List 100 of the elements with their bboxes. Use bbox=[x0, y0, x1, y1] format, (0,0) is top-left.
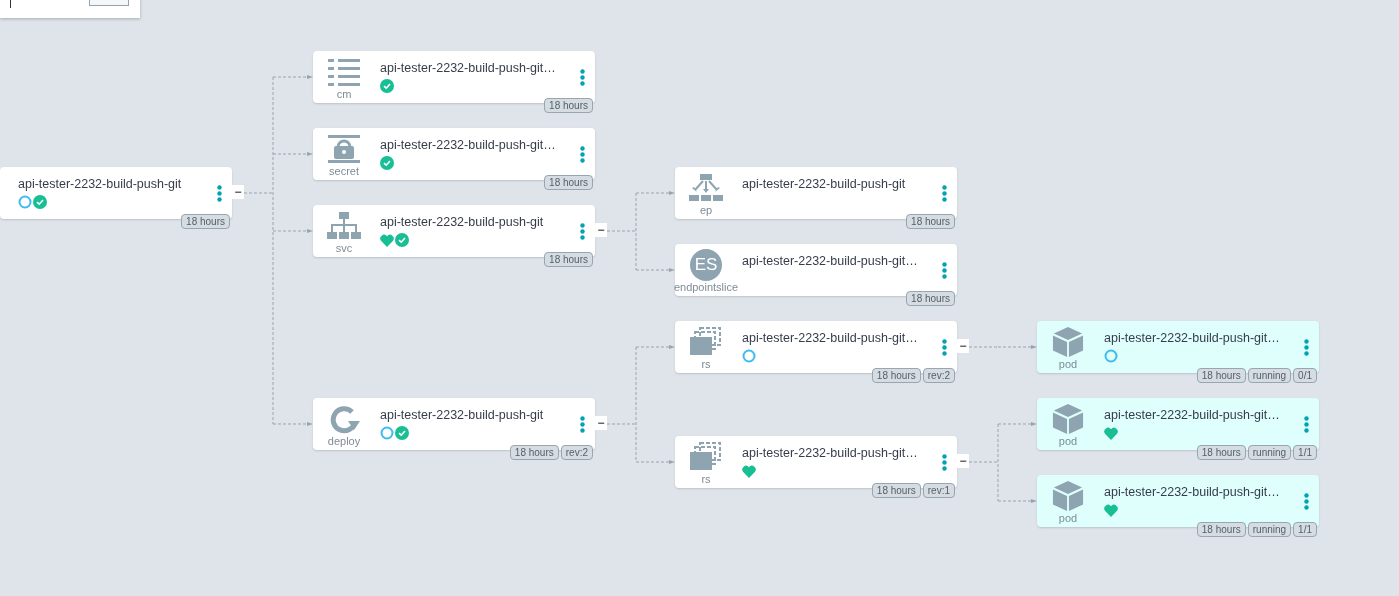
connector-arrow bbox=[997, 345, 1037, 349]
connector-arrow bbox=[635, 191, 675, 195]
resource-name: api-tester-2232-build-push-git… bbox=[742, 445, 918, 461]
resource-name: api-tester-2232-build-push-git bbox=[742, 176, 906, 192]
heart-icon bbox=[380, 233, 394, 247]
kind-label: pod bbox=[1058, 435, 1078, 448]
vertical-dots-icon bbox=[579, 222, 585, 240]
info-tag: 18 hours bbox=[544, 98, 593, 113]
check-circle-icon bbox=[380, 156, 394, 170]
hierarchy-arrows-icon bbox=[688, 173, 724, 203]
info-tag: 18 hours bbox=[1196, 522, 1246, 537]
connector-arrow bbox=[997, 499, 1037, 503]
more-button[interactable] bbox=[940, 337, 948, 357]
collapse-button[interactable]: − bbox=[957, 339, 969, 353]
progress-circle-icon bbox=[742, 349, 756, 363]
info-tag: 18 hours bbox=[544, 252, 593, 267]
kind-label: secret bbox=[329, 165, 359, 178]
more-button[interactable] bbox=[940, 260, 948, 280]
vertical-dots-icon bbox=[1303, 338, 1309, 356]
vertical-dots-icon bbox=[579, 415, 585, 433]
resource-name: api-tester-2232-build-push-git… bbox=[742, 253, 918, 269]
resource-name: api-tester-2232-build-push-git… bbox=[742, 330, 918, 346]
kind-label: endpointslice bbox=[673, 281, 739, 294]
info-tag: 18 hours bbox=[1196, 445, 1246, 460]
connector-arrow bbox=[272, 152, 313, 156]
info-tag: 18 hours bbox=[906, 291, 955, 306]
kind-label: pod bbox=[1058, 512, 1078, 525]
more-button[interactable] bbox=[940, 183, 948, 203]
more-button[interactable] bbox=[578, 414, 586, 434]
vertical-dots-icon bbox=[216, 184, 222, 202]
info-tag: rev:1 bbox=[922, 483, 955, 498]
hierarchy-icon bbox=[326, 211, 362, 241]
connector-arrow bbox=[635, 460, 675, 464]
resource-name: api-tester-2232-build-push-git… bbox=[1104, 407, 1280, 423]
info-tag: 18 hours bbox=[509, 445, 559, 460]
kind-label: ep bbox=[699, 204, 713, 217]
heart-icon bbox=[1104, 426, 1118, 440]
info-tag: running bbox=[1247, 445, 1292, 460]
kind-label: rs bbox=[701, 473, 711, 486]
initials-icon: ES bbox=[690, 249, 722, 281]
cube-icon bbox=[1050, 326, 1086, 358]
stacked-windows-icon bbox=[688, 327, 724, 357]
check-circle-icon bbox=[395, 426, 409, 440]
more-button[interactable] bbox=[578, 67, 586, 87]
check-circle-icon bbox=[33, 195, 47, 209]
lock-icon bbox=[326, 134, 362, 164]
progress-circle-icon bbox=[1104, 349, 1118, 363]
kind-label: svc bbox=[335, 242, 353, 255]
resource-name: api-tester-2232-build-push-git bbox=[18, 176, 182, 192]
more-button[interactable] bbox=[578, 144, 586, 164]
info-tag: 18 hours bbox=[1196, 368, 1246, 383]
info-tag: 18 hours bbox=[871, 368, 921, 383]
heart-icon bbox=[742, 464, 756, 478]
progress-circle-icon bbox=[18, 195, 32, 209]
collapse-button[interactable]: − bbox=[957, 454, 969, 468]
info-tag: 1/1 bbox=[1293, 522, 1317, 537]
kind-label: pod bbox=[1058, 358, 1078, 371]
connector-arrow bbox=[635, 268, 675, 272]
more-button[interactable] bbox=[578, 221, 586, 241]
info-tag: rev:2 bbox=[560, 445, 593, 460]
info-tag: 0/1 bbox=[1293, 368, 1317, 383]
vertical-dots-icon bbox=[1303, 492, 1309, 510]
vertical-dots-icon bbox=[579, 145, 585, 163]
collapse-button[interactable]: − bbox=[595, 416, 607, 430]
resource-name: api-tester-2232-build-push-git… bbox=[380, 137, 556, 153]
vertical-dots-icon bbox=[1303, 415, 1309, 433]
collapse-button[interactable]: − bbox=[595, 223, 607, 237]
kind-label: deploy bbox=[327, 435, 361, 448]
check-circle-icon bbox=[395, 233, 409, 247]
connector-arrow bbox=[272, 229, 313, 233]
more-button[interactable] bbox=[940, 452, 948, 472]
resource-name: api-tester-2232-build-push-git bbox=[380, 214, 544, 230]
vertical-dots-icon bbox=[941, 338, 947, 356]
connector-arrow bbox=[635, 345, 675, 349]
info-tag: 18 hours bbox=[181, 214, 230, 229]
connector-arrow bbox=[997, 422, 1037, 426]
info-tag: 18 hours bbox=[544, 175, 593, 190]
vertical-dots-icon bbox=[941, 261, 947, 279]
info-tag: running bbox=[1247, 522, 1292, 537]
list-icon bbox=[326, 57, 362, 87]
heart-icon bbox=[1104, 503, 1118, 517]
resource-name: api-tester-2232-build-push-git… bbox=[1104, 330, 1280, 346]
more-button[interactable] bbox=[1302, 337, 1310, 357]
connector-line bbox=[968, 346, 999, 348]
collapse-button[interactable]: − bbox=[232, 185, 244, 199]
resource-name: api-tester-2232-build-push-git… bbox=[380, 60, 556, 76]
kind-label: rs bbox=[701, 358, 711, 371]
progress-circle-icon bbox=[380, 426, 394, 440]
info-tag: running bbox=[1247, 368, 1292, 383]
check-circle-icon bbox=[380, 79, 394, 93]
info-tag: 18 hours bbox=[871, 483, 921, 498]
more-button[interactable] bbox=[1302, 491, 1310, 511]
kind-label: cm bbox=[336, 88, 352, 101]
resource-name: api-tester-2232-build-push-git bbox=[380, 407, 544, 423]
info-tag: 18 hours bbox=[906, 214, 955, 229]
connector-arrow bbox=[272, 422, 313, 426]
more-button[interactable] bbox=[215, 183, 223, 203]
more-button[interactable] bbox=[1302, 414, 1310, 434]
stacked-windows-icon bbox=[688, 442, 724, 472]
cube-icon bbox=[1050, 480, 1086, 512]
